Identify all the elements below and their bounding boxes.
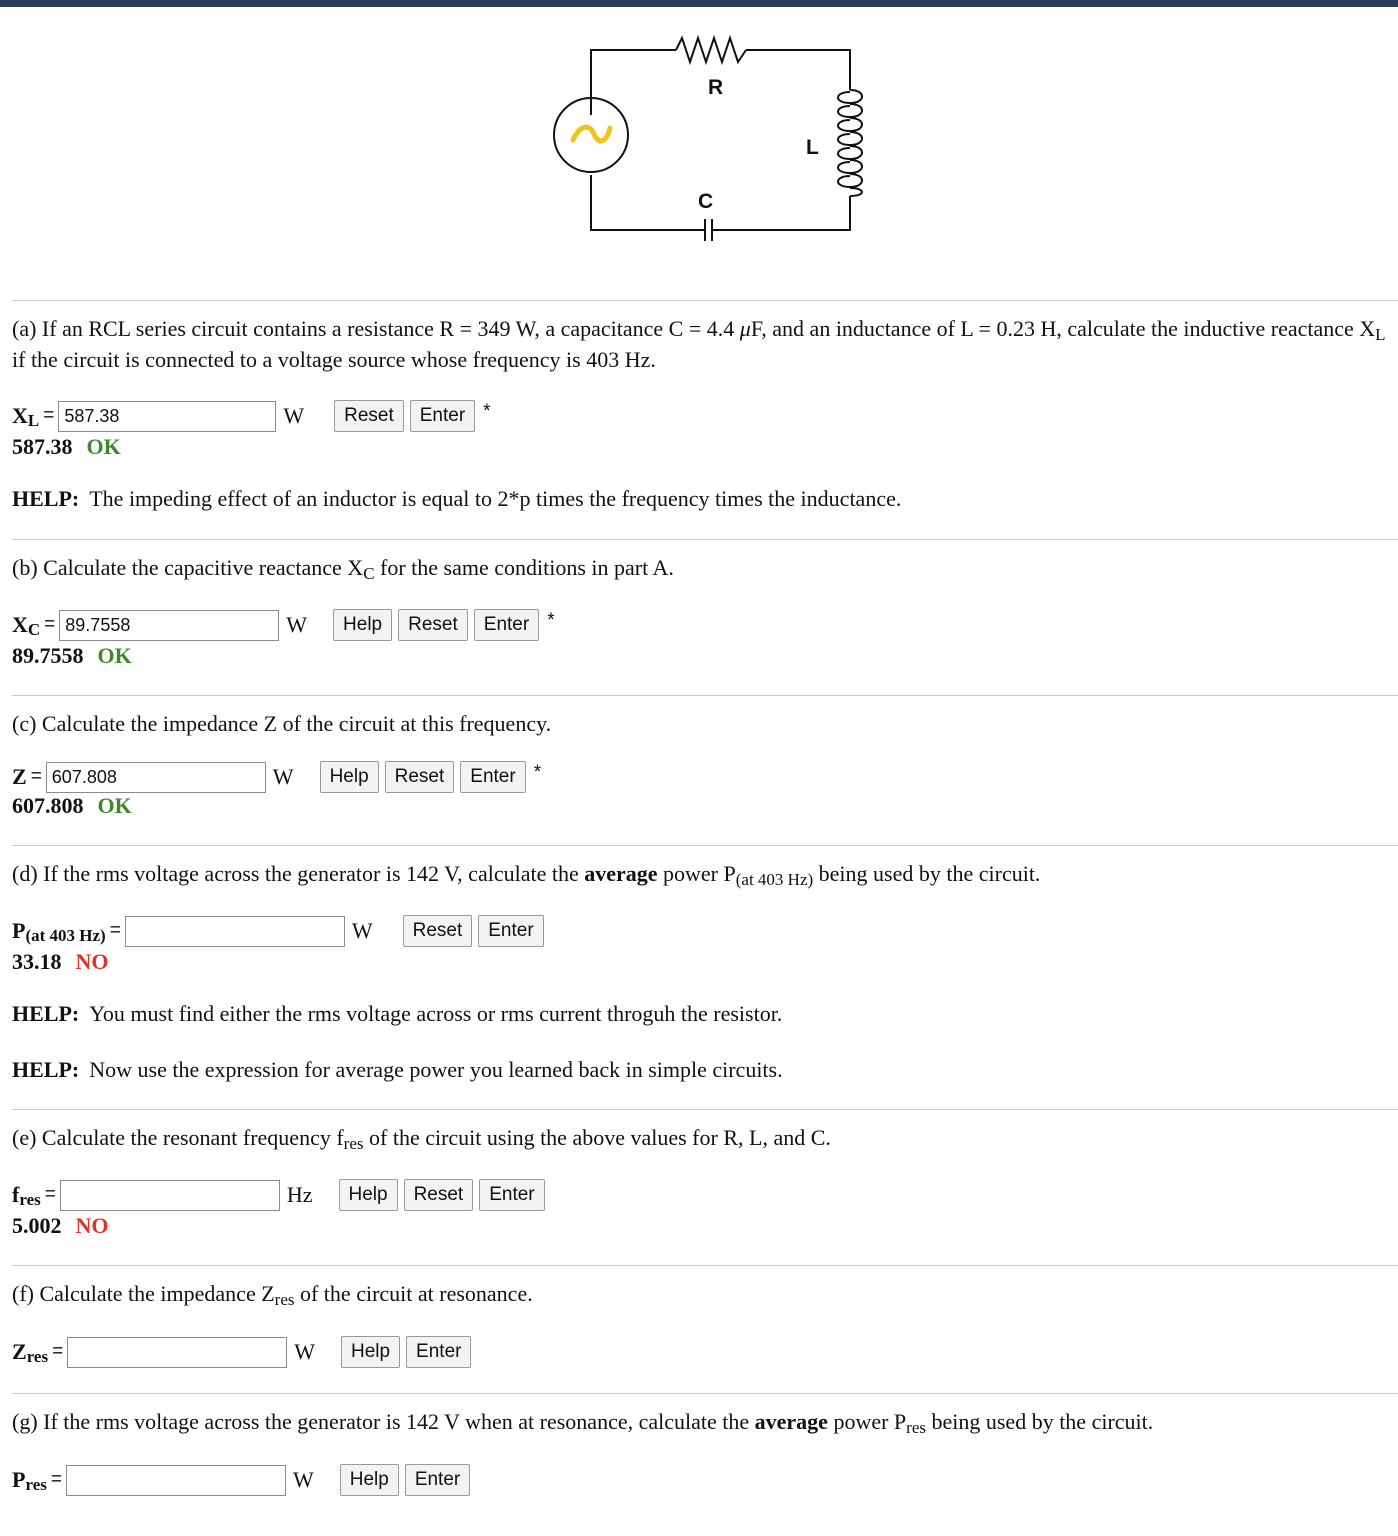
result-c: 607.808 OK (12, 793, 132, 818)
result-d: 33.18 NO (12, 949, 109, 974)
required-marker: * (533, 762, 542, 783)
help-button[interactable]: Help (339, 1464, 399, 1496)
question-g: (g) If the rms voltage across the genera… (12, 1409, 1154, 1437)
separator (12, 1393, 1398, 1394)
answer-row-a: XL = W Reset Enter * (12, 400, 491, 432)
separator (12, 845, 1398, 846)
enter-button[interactable]: Enter (406, 1336, 472, 1368)
question-e: (e) Calculate the resonant frequency fre… (12, 1125, 831, 1153)
unit-label: W (286, 612, 308, 637)
required-marker: * (547, 610, 555, 631)
help-button[interactable]: Help (333, 609, 393, 641)
reset-button[interactable]: Reset (403, 1179, 474, 1211)
rcl-circuit-diagram: R L C (540, 20, 880, 256)
power-input[interactable] (124, 915, 345, 947)
answer-row-g: Pres = W Help Enter (12, 1464, 476, 1496)
question-c: (c) Calculate the impedance Z of the cir… (12, 711, 552, 736)
status-ok: OK (86, 434, 121, 459)
question-d: (d) If the rms voltage across the genera… (12, 861, 1041, 889)
z-input[interactable] (45, 761, 266, 793)
help-d-1: HELP: You must find either the rms voltag… (12, 1001, 783, 1026)
required-marker: * (483, 401, 491, 422)
reset-button[interactable]: Reset (402, 915, 473, 947)
reset-button[interactable]: Reset (398, 609, 468, 641)
variable-label: XL (12, 403, 40, 430)
status-ok: OK (97, 793, 132, 818)
answer-row-b: XC = W Help Reset Enter * (12, 609, 555, 641)
variable-label: fres (12, 1182, 41, 1209)
help-button[interactable]: Help (338, 1179, 398, 1211)
inductor-symbol (837, 89, 863, 197)
help-button[interactable]: Help (319, 761, 379, 793)
result-a: 587.38 OK (12, 434, 121, 459)
xc-input[interactable] (59, 609, 280, 641)
resistor-label: R (708, 76, 724, 99)
separator (12, 300, 1398, 301)
reset-button[interactable]: Reset (334, 400, 404, 432)
help-button[interactable]: Help (340, 1336, 401, 1368)
answer-row-d: P(at 403 Hz) = W Reset Enter (12, 915, 550, 947)
status-no: NO (75, 949, 109, 974)
enter-button[interactable]: Enter (409, 400, 476, 432)
answer-row-c: Z = W Help Reset Enter * (12, 761, 541, 793)
question-a: (a) If an RCL series circuit contains a … (12, 316, 1386, 372)
result-e: 5.002 NO (12, 1213, 109, 1238)
top-bar (0, 0, 1398, 7)
zres-input[interactable] (67, 1336, 288, 1368)
answer-row-e: fres = Hz Help Reset Enter (12, 1179, 551, 1211)
pres-input[interactable] (65, 1464, 286, 1496)
enter-button[interactable]: Enter (473, 609, 540, 641)
question-b: (b) Calculate the capacitive reactance X… (12, 555, 674, 583)
unit-label: W (283, 403, 305, 428)
unit-label: W (294, 1339, 315, 1364)
enter-button[interactable]: Enter (478, 915, 544, 947)
result-b: 89.7558 OK (12, 643, 132, 668)
unit-label: W (351, 918, 373, 943)
question-f: (f) Calculate the impedance Zres of the … (12, 1281, 533, 1309)
enter-button[interactable]: Enter (460, 761, 526, 793)
answer-row-f: Zres = W Help Enter (12, 1336, 477, 1368)
separator (12, 695, 1398, 696)
capacitor-label: C (698, 190, 714, 213)
sine-wave-icon (570, 124, 613, 144)
variable-label: P(at 403 Hz) (12, 918, 106, 945)
variable-label: XC (12, 612, 41, 639)
variable-label: Z (12, 764, 27, 789)
reset-button[interactable]: Reset (384, 761, 455, 793)
separator (12, 1109, 1398, 1110)
fres-input[interactable] (59, 1179, 280, 1211)
unit-label: W (272, 764, 294, 789)
status-no: NO (75, 1213, 109, 1238)
status-ok: OK (97, 643, 132, 668)
separator (12, 539, 1398, 540)
enter-button[interactable]: Enter (479, 1179, 545, 1211)
separator (12, 1265, 1398, 1266)
help-a: HELP: The impeding effect of an inductor … (12, 486, 902, 511)
inductor-label: L (806, 136, 819, 159)
enter-button[interactable]: Enter (404, 1464, 471, 1496)
resistor-symbol (675, 34, 747, 66)
unit-label: Hz (286, 1182, 313, 1207)
variable-label: Pres (12, 1467, 47, 1494)
xl-input[interactable] (58, 400, 277, 432)
help-d-2: HELP: Now use the expression for average … (12, 1057, 783, 1082)
variable-label: Zres (12, 1339, 49, 1366)
unit-label: W (292, 1467, 314, 1492)
